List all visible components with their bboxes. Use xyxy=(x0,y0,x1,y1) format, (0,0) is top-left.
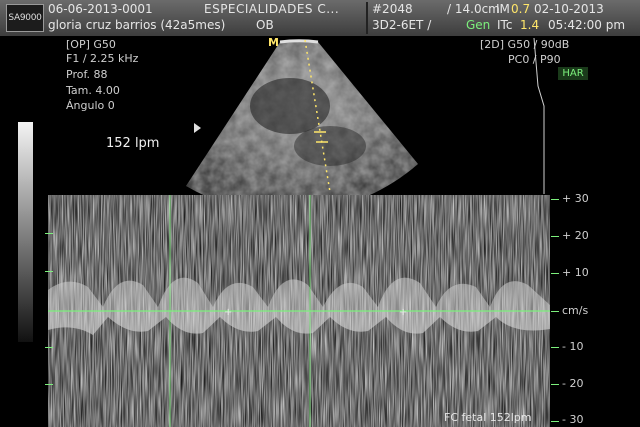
depth-readout: / 14.0cm xyxy=(447,2,500,16)
angle-correction: Ángulo 0 xyxy=(66,99,115,112)
left-scale-tick xyxy=(45,347,53,348)
velocity-label: + 20 xyxy=(562,229,589,242)
header-divider xyxy=(366,2,368,34)
harmonics-badge: HAR xyxy=(558,67,588,80)
patient-name: gloria cruz barrios (42a5mes) xyxy=(48,18,226,32)
doppler-frequency: F1 / 2.25 kHz xyxy=(66,52,139,65)
left-scale-tick xyxy=(45,384,53,385)
exam-time: 05:42:00 pm xyxy=(548,18,626,32)
institution-name: ESPECIALIDADES C... xyxy=(204,2,340,16)
heart-rate-readout: 152 lpm xyxy=(106,136,160,151)
left-scale-tick xyxy=(45,233,53,234)
velocity-scale-tick xyxy=(551,273,559,274)
depth-scale-line xyxy=(533,37,545,194)
grayscale-bar xyxy=(18,122,33,342)
velocity-scale-tick xyxy=(551,384,559,385)
focus-marker-icon xyxy=(194,123,201,133)
exam-date: 02-10-2013 xyxy=(534,2,604,16)
itc-label: ITc xyxy=(497,18,513,32)
svg-text:+: + xyxy=(224,307,232,318)
velocity-label: + 10 xyxy=(562,266,589,279)
itc-value: 1.4 xyxy=(520,18,540,32)
velocity-scale-tick xyxy=(551,236,559,237)
velocity-scale-tick xyxy=(551,347,559,348)
velocity-scale-tick xyxy=(551,421,559,422)
velocity-unit: cm/s xyxy=(562,304,589,317)
doppler-spectrum: + + xyxy=(48,195,550,427)
velocity-label: - 10 xyxy=(562,340,584,353)
left-scale-tick xyxy=(45,271,53,272)
gate-depth: Prof. 88 xyxy=(66,68,108,81)
gate-size: Tam. 4.00 xyxy=(66,84,120,97)
velocity-label: - 20 xyxy=(562,377,584,390)
header-bar: SA9000 06-06-2013-0001 gloria cruz barri… xyxy=(0,0,640,36)
probe-name: 3D2-6ET / xyxy=(372,18,432,32)
mi-label: IM xyxy=(496,2,510,16)
velocity-label: - 30 xyxy=(562,413,584,426)
m-marker: M xyxy=(268,36,279,49)
velocity-scale-tick xyxy=(551,311,559,312)
2d-mode-settings: [2D] G50 / 90dB xyxy=(480,38,570,51)
mi-value: 0.7 xyxy=(511,2,531,16)
system-logo: SA9000 xyxy=(6,4,44,32)
svg-text:+: + xyxy=(399,307,407,318)
fetal-heart-rate-label: FC fetal 152lpm xyxy=(444,411,532,424)
velocity-scale-tick xyxy=(551,199,559,200)
frame-number: #2048 xyxy=(372,2,413,16)
exam-type: OB xyxy=(256,18,274,32)
b-mode-sector xyxy=(186,39,418,196)
operation-gain: [OP] G50 xyxy=(66,38,116,51)
velocity-label: + 30 xyxy=(562,192,589,205)
patient-id: 06-06-2013-0001 xyxy=(48,2,153,16)
gen-label: Gen xyxy=(466,18,491,32)
